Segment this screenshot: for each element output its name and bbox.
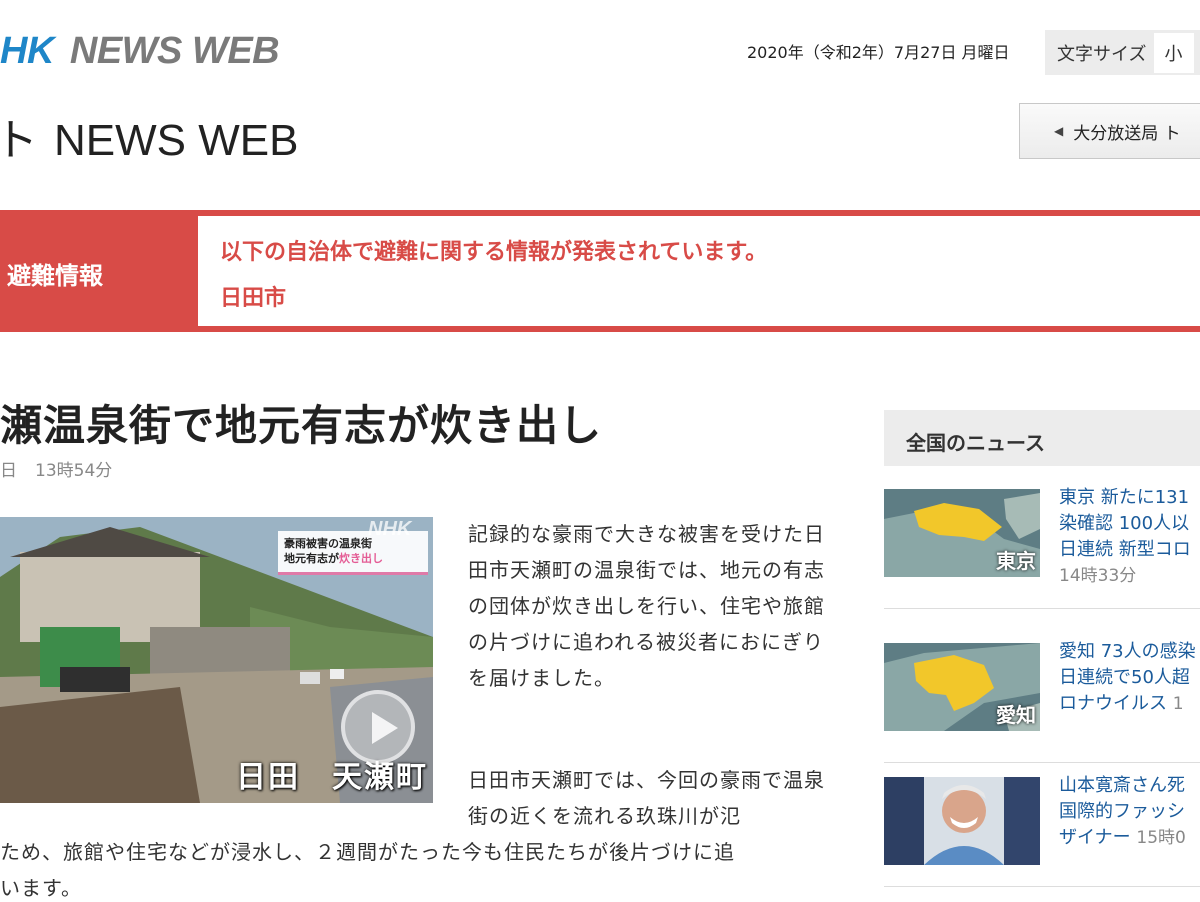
- station-nav-label: 大分放送局 ト: [1073, 123, 1181, 144]
- video-caption-line2a: 地元有志が: [284, 552, 339, 565]
- article-paragraph-2-start: 日田市天瀬町では、今回の豪雨で温泉街の近くを流れる玖珠川が氾: [468, 768, 825, 828]
- triangle-left-icon: ◀: [1054, 124, 1064, 138]
- play-icon[interactable]: [341, 690, 415, 764]
- video-location-caption: 日田 天瀬町: [236, 760, 428, 795]
- nhk-watermark: NHK: [368, 518, 412, 540]
- evacuation-banner: 避難情報 以下の自治体で避難に関する情報が発表されています。 日田市: [0, 210, 1200, 332]
- article-paragraph-2-end: ため、旅館や住宅などが浸水し、２週間がたった今も住民たちが後片づけに追 います。: [0, 840, 735, 900]
- news-thumbnail-photo: [884, 777, 1040, 865]
- nhk-news-web-logo[interactable]: HK NEWS WEB: [0, 28, 280, 74]
- evacuation-content: 以下の自治体で避難に関する情報が発表されています。 日田市: [198, 216, 1200, 326]
- sidebar-news-item[interactable]: 東京 東京 新たに131 染確認 100人以 日連続 新型コロ 14時33分: [884, 487, 1200, 609]
- news-thumbnail-map: 愛知: [884, 643, 1040, 731]
- station-title-fragment: ト: [0, 116, 38, 165]
- news-item-text: 東京 新たに131 染確認 100人以 日連続 新型コロ 14時33分: [1059, 485, 1200, 589]
- font-size-label: 文字サイズ: [1057, 43, 1147, 65]
- station-title: ト NEWS WEB: [0, 104, 298, 168]
- station-nav-button[interactable]: ◀ 大分放送局 ト: [1019, 103, 1200, 159]
- article-timestamp: 日 13時54分: [0, 456, 112, 481]
- news-item-time: 1: [1172, 694, 1184, 714]
- font-size-small-button[interactable]: 小: [1154, 32, 1195, 73]
- thumb-label: 東京: [996, 549, 1036, 573]
- sidebar-news-item[interactable]: 山本寛斎さん死 国際的ファッシ ザイナー 15時0: [884, 775, 1200, 887]
- article-time: 13時54分: [35, 461, 113, 481]
- thumb-label: 愛知: [996, 703, 1036, 727]
- site-header: HK NEWS WEB 2020年（令和2年）7月27日 月曜日 文字サイズ 小: [0, 0, 1200, 100]
- station-title-text: NEWS WEB: [54, 116, 299, 165]
- current-date: 2020年（令和2年）7月27日 月曜日: [747, 43, 1010, 62]
- article-date-fragment: 日: [0, 461, 17, 481]
- news-thumbnail-map: 東京: [884, 489, 1040, 577]
- national-news-heading: 全国のニュース: [884, 410, 1200, 466]
- logo-nhk: HK: [0, 29, 54, 72]
- evacuation-headline: 以下の自治体で避難に関する情報が発表されています。: [220, 240, 768, 265]
- sidebar-news-item[interactable]: 愛知 愛知 73人の感染 日連続で50人超 ロナウイルス 1: [884, 641, 1200, 763]
- article-title: 瀬温泉街で地元有志が炊き出し: [0, 401, 603, 450]
- font-size-control: 文字サイズ 小: [1045, 30, 1200, 75]
- logo-news-web: NEWS WEB: [69, 29, 280, 72]
- news-item-time: 14時33分: [1059, 566, 1137, 586]
- news-item-title: 東京 新たに131 染確認 100人以 日連続 新型コロ: [1059, 487, 1191, 560]
- video-caption-line2b: 炊き出し: [339, 552, 383, 565]
- news-item-text: 愛知 73人の感染 日連続で50人超 ロナウイルス 1: [1059, 639, 1200, 717]
- article-paragraph-1: 記録的な豪雨で大きな被害を受けた日田市天瀬町の温泉街では、地元の有志の団体が炊き…: [468, 522, 825, 690]
- evacuation-city-link[interactable]: 日田市: [220, 280, 286, 312]
- evacuation-label: 避難情報: [7, 262, 103, 290]
- news-item-text: 山本寛斎さん死 国際的ファッシ ザイナー 15時0: [1059, 773, 1200, 851]
- news-item-time: 15時0: [1136, 828, 1186, 848]
